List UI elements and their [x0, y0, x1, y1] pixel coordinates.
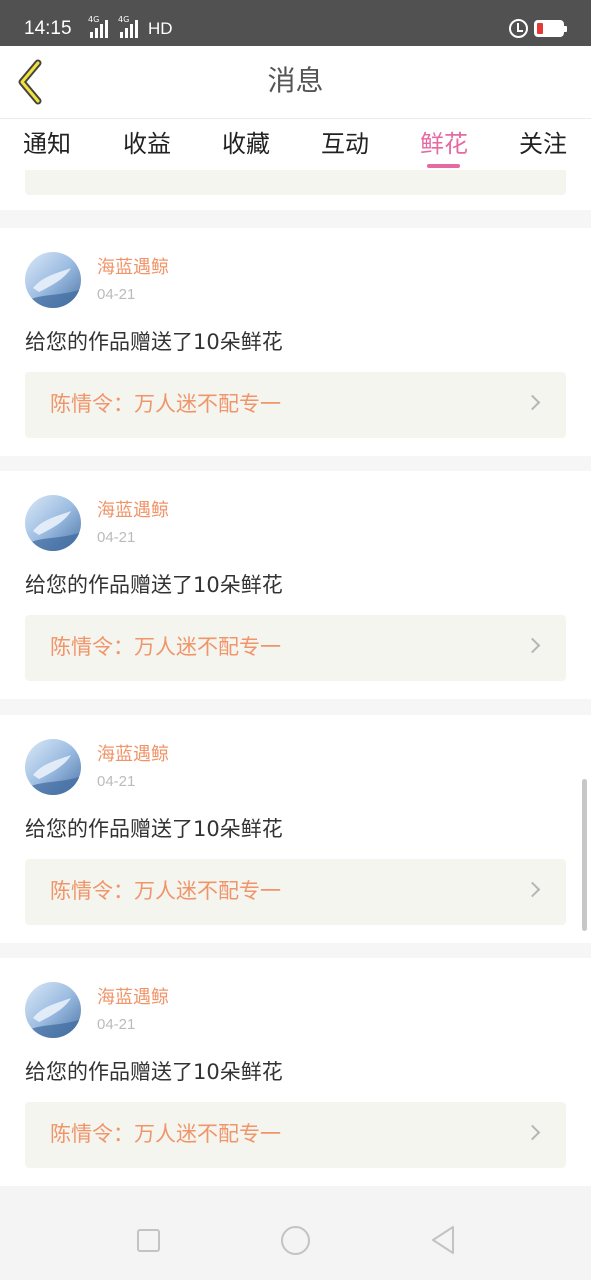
tab-follows[interactable]: 关注 [519, 127, 567, 169]
avatar[interactable] [25, 982, 81, 1038]
list-item: 海蓝遇鲸 04-21 给您的作品赠送了10朵鲜花 陈情令：万人迷不配专一 [0, 471, 591, 699]
list-item [0, 170, 591, 210]
message-date: 04-21 [97, 1016, 136, 1033]
hd-indicator: HD [148, 19, 173, 38]
network-label: 4G [88, 15, 100, 24]
circle-icon[interactable] [281, 1226, 310, 1255]
signal-icon: 4G [118, 15, 138, 38]
message-text: 给您的作品赠送了10朵鲜花 [25, 330, 283, 354]
work-link[interactable]: 陈情令：万人迷不配专一 [25, 1102, 566, 1168]
list-item: 海蓝遇鲸 04-21 给您的作品赠送了10朵鲜花 陈情令：万人迷不配专一 [0, 228, 591, 456]
message-date: 04-21 [97, 773, 136, 790]
tab-bar: 通知 收益 收藏 互动 鲜花 关注 [0, 118, 591, 170]
message-date: 04-21 [97, 286, 136, 303]
scrollbar[interactable] [582, 779, 587, 931]
tab-favorites[interactable]: 收藏 [222, 127, 270, 169]
battery-icon [534, 20, 567, 37]
alarm-icon [509, 19, 528, 38]
page-title: 消息 [267, 64, 324, 97]
system-nav-bar [0, 1186, 591, 1280]
message-date: 04-21 [97, 529, 136, 546]
username[interactable]: 海蓝遇鲸 [97, 744, 169, 766]
network-label: 4G [118, 15, 130, 24]
message-list[interactable]: 海蓝遇鲸 04-21 给您的作品赠送了10朵鲜花 陈情令：万人迷不配专一 海蓝遇… [0, 170, 591, 1186]
avatar[interactable] [25, 739, 81, 795]
chevron-right-icon [524, 394, 541, 411]
square-icon[interactable] [137, 1229, 160, 1252]
chevron-right-icon [524, 881, 541, 898]
work-title: 陈情令：万人迷不配专一 [50, 1122, 281, 1146]
work-title: 陈情令：万人迷不配专一 [50, 635, 281, 659]
tab-notifications[interactable]: 通知 [23, 127, 71, 169]
avatar[interactable] [25, 495, 81, 551]
username[interactable]: 海蓝遇鲸 [97, 500, 169, 522]
username[interactable]: 海蓝遇鲸 [97, 257, 169, 279]
list-item: 海蓝遇鲸 04-21 给您的作品赠送了10朵鲜花 陈情令：万人迷不配专一 [0, 958, 591, 1186]
work-link[interactable]: 陈情令：万人迷不配专一 [25, 859, 566, 925]
work-link[interactable] [25, 170, 566, 195]
work-title: 陈情令：万人迷不配专一 [50, 392, 281, 416]
message-text: 给您的作品赠送了10朵鲜花 [25, 817, 283, 841]
chevron-right-icon [524, 637, 541, 654]
tab-interactions[interactable]: 互动 [321, 127, 369, 169]
tab-earnings[interactable]: 收益 [123, 127, 171, 169]
username[interactable]: 海蓝遇鲸 [97, 987, 169, 1009]
avatar[interactable] [25, 252, 81, 308]
active-tab-indicator [427, 164, 460, 168]
header: 消息 [0, 46, 591, 118]
work-link[interactable]: 陈情令：万人迷不配专一 [25, 372, 566, 438]
work-link[interactable]: 陈情令：万人迷不配专一 [25, 615, 566, 681]
triangle-back-icon[interactable] [428, 1224, 458, 1256]
list-item: 海蓝遇鲸 04-21 给您的作品赠送了10朵鲜花 陈情令：万人迷不配专一 [0, 715, 591, 943]
status-bar: 14:15 4G 4G HD [0, 0, 591, 46]
chevron-right-icon [524, 1124, 541, 1141]
message-text: 给您的作品赠送了10朵鲜花 [25, 1060, 283, 1084]
signal-icon: 4G [88, 15, 108, 38]
work-title: 陈情令：万人迷不配专一 [50, 879, 281, 903]
message-text: 给您的作品赠送了10朵鲜花 [25, 573, 283, 597]
tab-flowers[interactable]: 鲜花 [420, 127, 468, 169]
status-time: 14:15 [24, 18, 72, 39]
